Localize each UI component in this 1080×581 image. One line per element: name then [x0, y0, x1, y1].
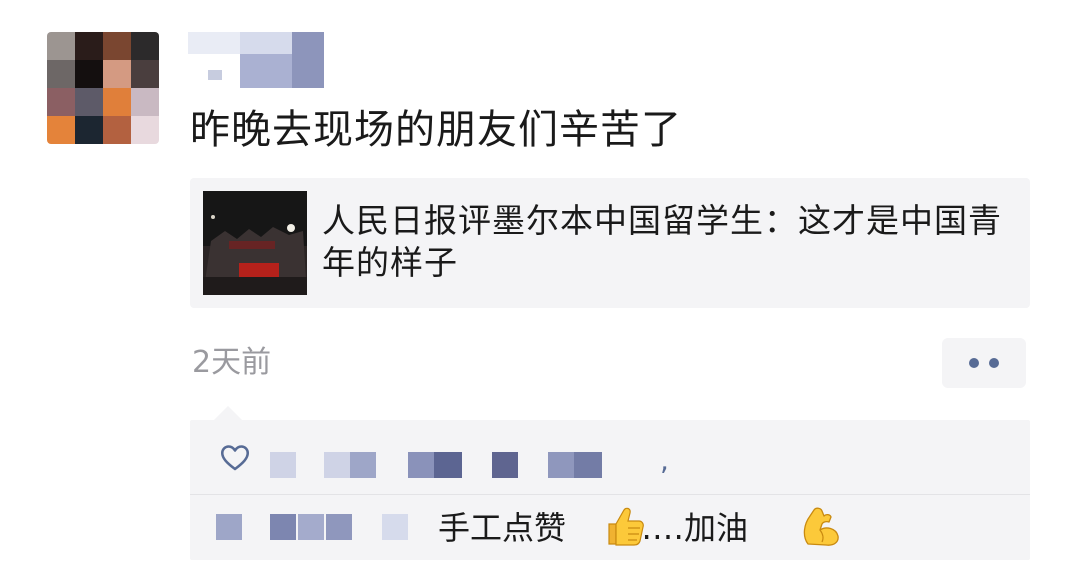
likes-row: , — [190, 420, 1030, 494]
flexed-biceps-emoji — [803, 507, 839, 546]
heart-outline-icon — [220, 445, 250, 471]
shared-link-card[interactable]: 人民日报评墨尔本中国留学生：这才是中国青年的样子 — [190, 178, 1030, 308]
liker-name[interactable] — [324, 452, 350, 478]
comment-item[interactable]: 手工点赞 ……加油 — [190, 496, 1030, 558]
link-title: 人民日报评墨尔本中国留学生：这才是中国青年的样子 — [322, 201, 1002, 282]
more-dots-icon — [989, 358, 999, 368]
post-timestamp: 2天前 — [192, 345, 272, 380]
divider — [190, 494, 1030, 495]
liker-name[interactable] — [434, 452, 462, 478]
commenter-name[interactable] — [326, 514, 352, 540]
interaction-panel: , 手工点赞 ……加油 — [190, 420, 1030, 560]
comment-area-pointer — [214, 406, 242, 420]
commenter-name[interactable] — [216, 514, 242, 540]
liker-name[interactable] — [492, 452, 518, 478]
more-dots-icon — [969, 358, 979, 368]
commenter-name[interactable] — [270, 514, 296, 540]
liker-name[interactable] — [574, 452, 602, 478]
liker-name[interactable] — [350, 452, 376, 478]
commenter-name[interactable] — [382, 514, 408, 540]
commenter-name[interactable] — [298, 514, 324, 540]
thumbs-up-emoji — [608, 507, 644, 546]
post-text: 昨晚去现场的朋友们辛苦了 — [190, 107, 682, 153]
liker-name[interactable] — [408, 452, 434, 478]
author-name[interactable] — [188, 32, 328, 88]
more-button[interactable] — [942, 338, 1026, 388]
link-thumbnail — [203, 191, 307, 295]
likes-separator: , — [660, 444, 669, 477]
liker-name[interactable] — [270, 452, 296, 478]
avatar[interactable] — [47, 32, 159, 144]
comment-text: 手工点赞 ……加油 — [438, 509, 749, 547]
liker-name[interactable] — [548, 452, 574, 478]
